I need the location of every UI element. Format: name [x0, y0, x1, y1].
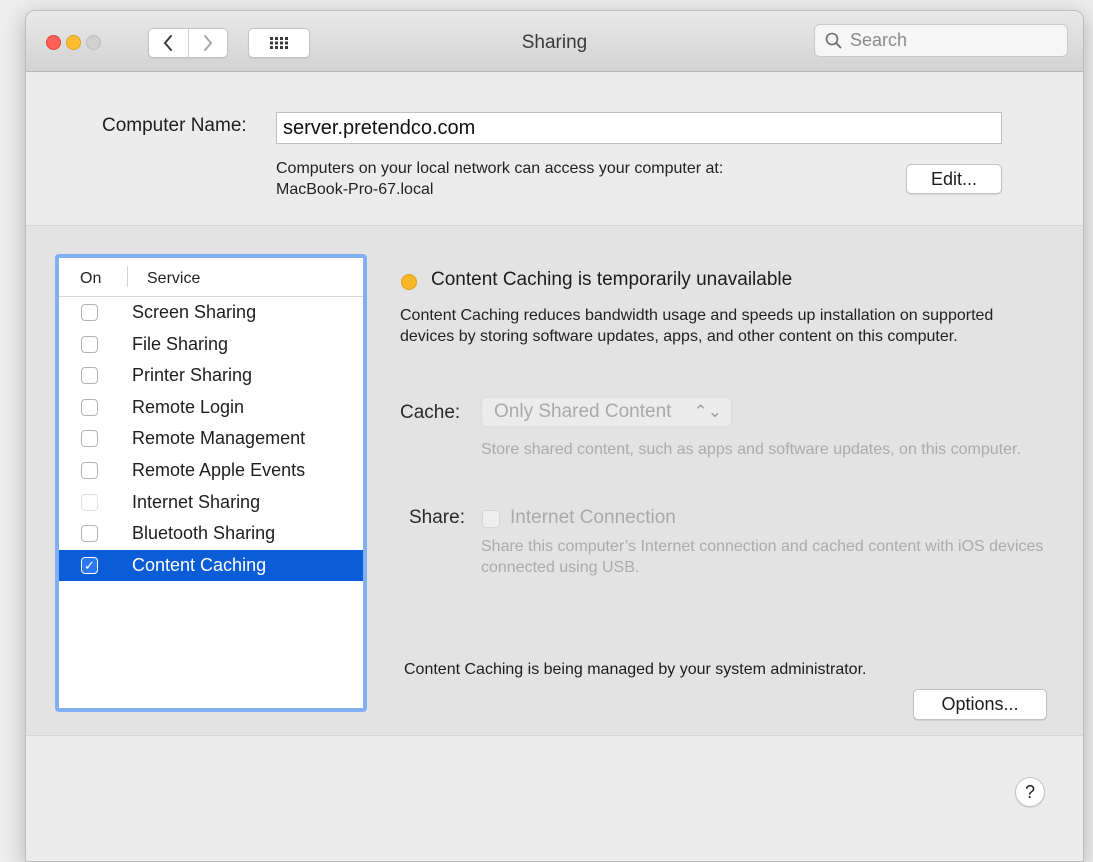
service-row-remote-management[interactable]: Remote Management: [59, 423, 363, 455]
help-button[interactable]: ?: [1015, 777, 1045, 807]
local-network-note: Computers on your local network can acce…: [276, 158, 723, 200]
service-row-remote-login[interactable]: Remote Login: [59, 392, 363, 424]
service-row-internet-sharing[interactable]: Internet Sharing: [59, 487, 363, 519]
service-label: Printer Sharing: [132, 365, 253, 386]
sharing-window: Sharing Computer Name: Computers on your…: [25, 10, 1084, 862]
service-label: Remote Login: [132, 396, 245, 417]
internet-connection-label: Internet Connection: [510, 507, 676, 528]
options-button[interactable]: Options...: [913, 689, 1047, 720]
service-description: Content Caching reduces bandwidth usage …: [400, 307, 994, 345]
service-label: Internet Sharing: [132, 491, 261, 512]
status-text: Content Caching is temporarily unavailab…: [431, 269, 793, 290]
title-bar: Sharing: [26, 11, 1083, 72]
share-note: Share this computer’s Internet connectio…: [481, 538, 1044, 576]
service-checkbox: [81, 493, 98, 511]
service-checkbox[interactable]: [81, 398, 98, 416]
service-rows: Screen Sharing File Sharing Printer Shar…: [59, 297, 363, 582]
service-checkbox-checked[interactable]: ✓: [81, 556, 98, 574]
service-row-printer-sharing[interactable]: Printer Sharing: [59, 360, 363, 392]
service-label: Remote Management: [132, 428, 306, 449]
search-field[interactable]: [814, 24, 1068, 57]
status-indicator-icon: [401, 274, 417, 290]
search-input[interactable]: [848, 29, 1052, 52]
service-row-bluetooth-sharing[interactable]: Bluetooth Sharing: [59, 518, 363, 550]
service-row-remote-apple-events[interactable]: Remote Apple Events: [59, 455, 363, 487]
service-label: Screen Sharing: [132, 302, 257, 322]
column-divider: [127, 266, 128, 287]
computer-name-label: Computer Name:: [102, 115, 247, 136]
service-list-header: On Service: [59, 258, 363, 297]
service-label: Bluetooth Sharing: [132, 523, 276, 544]
search-icon: [825, 32, 842, 49]
cache-note: Store shared content, such as apps and s…: [481, 441, 1021, 458]
computer-name-section: Computer Name: Computers on your local n…: [26, 72, 1083, 226]
computer-name-input[interactable]: [276, 112, 1002, 144]
cache-label: Cache:: [400, 402, 461, 423]
service-checkbox[interactable]: [81, 335, 98, 353]
service-checkbox[interactable]: [81, 430, 98, 448]
service-checkbox[interactable]: [81, 461, 98, 479]
cache-popup-value: Only Shared Content: [494, 401, 672, 422]
service-row-file-sharing[interactable]: File Sharing: [59, 329, 363, 361]
local-hostname: MacBook-Pro-67.local: [276, 181, 434, 198]
service-row-content-caching[interactable]: ✓ Content Caching: [59, 549, 363, 582]
service-label: Remote Apple Events: [132, 459, 306, 480]
service-checkbox[interactable]: [81, 525, 98, 543]
up-down-arrows-icon: ⌃⌄: [693, 402, 723, 421]
service-checkbox[interactable]: [81, 304, 98, 321]
share-label: Share:: [409, 507, 465, 528]
service-label: File Sharing: [132, 333, 229, 354]
managed-notice: Content Caching is being managed by your…: [404, 661, 867, 678]
cache-popup: Only Shared Content ⌃⌄: [481, 397, 732, 427]
service-checkbox[interactable]: [81, 367, 98, 385]
column-service-header[interactable]: Service: [147, 270, 200, 288]
local-network-note-line1: Computers on your local network can acce…: [276, 160, 724, 177]
column-on-header[interactable]: On: [80, 270, 101, 288]
edit-button[interactable]: Edit...: [906, 164, 1002, 194]
service-label: Content Caching: [132, 554, 267, 575]
service-list[interactable]: On Service Screen Sharing File Sharing P…: [55, 254, 367, 712]
services-section: On Service Screen Sharing File Sharing P…: [26, 226, 1083, 736]
service-row-screen-sharing[interactable]: Screen Sharing: [59, 297, 363, 329]
internet-connection-checkbox: [482, 510, 500, 528]
